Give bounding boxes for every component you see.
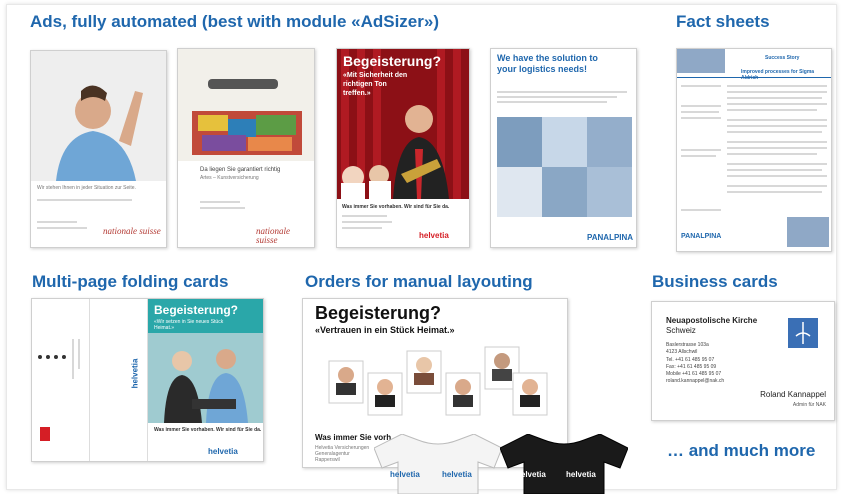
rule [727, 191, 822, 193]
tshirt-black-brand-left: helvetia [516, 470, 546, 479]
ad-thumbnail-helvetia: Begeisterung? «Mit Sicherheit den richti… [336, 48, 470, 248]
rule [727, 163, 827, 165]
brand-helvetia: helvetia [419, 231, 449, 240]
ad-photo-person [31, 51, 166, 181]
rule [681, 117, 721, 119]
heading-business-cards: Business cards [652, 272, 778, 291]
factsheet-footer-image [787, 217, 829, 247]
brand-helvetia: helvetia [208, 447, 238, 456]
brand-panalpina: PANALPINA [587, 233, 634, 242]
bizcard-street: Baslerstrasse 103a [666, 342, 709, 348]
folding-card-middle-panel: helvetia [90, 299, 148, 461]
folding-headline: Begeisterung? [154, 303, 239, 317]
tshirt-mockup-white [374, 434, 502, 494]
rule [342, 215, 387, 217]
rule [37, 221, 77, 223]
rule [727, 85, 827, 87]
rule [497, 91, 627, 93]
rule [727, 141, 827, 143]
business-card-thumbnail: Neuapostolische Kirche Schweiz Baslerstr… [651, 301, 835, 421]
rule [681, 111, 719, 113]
ad1-text: Wir stehen Ihnen in jeder Situation zur … [37, 185, 136, 191]
rule [681, 155, 716, 157]
rule [342, 227, 382, 229]
ad-thumbnail-panalpina: We have the solution to your logistics n… [490, 48, 637, 248]
rule [681, 85, 721, 87]
rule [727, 103, 827, 105]
factsheet-subtitle: Improved processes for Sigma Aldrich [741, 69, 815, 81]
bizcard-role: Admin für NAK [792, 402, 826, 408]
rule [342, 221, 392, 223]
bizcard-country: Schweiz [666, 326, 696, 335]
rule [727, 109, 817, 111]
factsheet-thumbnail: Success Story Improved processes for Sig… [676, 48, 832, 252]
ad4-headline: We have the solution to your logistics n… [497, 53, 598, 74]
manual-address: Helvetia Versicherungen Generalagentur R… [315, 445, 370, 463]
bizcard-city: 4123 Allschwil [666, 349, 698, 355]
rule [727, 147, 827, 149]
rule [72, 339, 74, 379]
rule [727, 175, 827, 177]
rule [497, 101, 607, 103]
manual-portrait-grid [328, 346, 548, 416]
ad3-headline: Begeisterung? [343, 53, 442, 69]
rule [727, 119, 827, 121]
rule [37, 199, 132, 201]
rule [200, 207, 245, 209]
heading-and-much-more: … and much more [667, 441, 816, 460]
brand-helvetia-vertical: helvetia [130, 358, 140, 389]
rule [727, 153, 817, 155]
tshirt-mockup-black [500, 434, 628, 494]
ad-thumbnail-tennis: Wir stehen Ihnen in jeder Situation zur … [30, 50, 167, 248]
rule [200, 201, 240, 203]
bizcard-name: Roland Kannappel [760, 390, 826, 399]
heading-manual-layouting: Orders for manual layouting [305, 272, 533, 291]
rule [681, 149, 721, 151]
folding-card-thumbnail: helvetia Begeisterung? «Wir setzen in Si… [31, 298, 264, 462]
tshirt-brand-left: helvetia [390, 470, 420, 479]
tshirt-black-brand-right: helvetia [566, 470, 596, 479]
manual-sub: «Vertrauen in ein Stück Heimat.» [315, 325, 455, 335]
rule [727, 97, 822, 99]
brand-nationale-suisse: nationale suisse [256, 226, 290, 245]
ad3-footer: Was immer Sie vorhaben. Wir sind für Sie… [342, 204, 450, 210]
bizcard-email: roland.kannappel@nak.ch [666, 378, 725, 384]
rule [727, 91, 827, 93]
rule [497, 96, 617, 98]
heading-folding-cards: Multi-page folding cards [32, 272, 229, 291]
ad-artwork [178, 49, 314, 161]
folding-card-back-panel [32, 299, 90, 461]
ad2-sub: Artes – Kunstversicherung [200, 175, 259, 181]
rule [37, 227, 87, 229]
bizcard-tel: Tel. +41 61 485 95 07 [666, 357, 715, 363]
rule [727, 131, 822, 133]
rule [681, 209, 721, 211]
ad3-sub: «Mit Sicherheit den richtigen Ton treffe… [343, 72, 408, 97]
factsheet-header-image [677, 49, 725, 73]
rule [681, 105, 721, 107]
heading-ads: Ads, fully automated (best with module «… [30, 12, 439, 31]
ad-thumbnail-art: Da liegen Sie garantiert richtig Artes –… [177, 48, 315, 248]
church-logo-icon [788, 318, 818, 348]
folding-photo-meeting [148, 333, 263, 423]
folding-card-front-panel: Begeisterung? «Wir setzen in Sie neues S… [148, 299, 263, 461]
bizcard-org: Neuapostolische Kirche [666, 316, 758, 325]
ad2-headline: Da liegen Sie garantiert richtig [200, 167, 281, 173]
bizcard-mobile: Mobile +41 61 485 95 07 [666, 371, 722, 377]
rule [727, 125, 827, 127]
rule [727, 185, 827, 187]
rule [78, 339, 80, 369]
ad-photo-logistics [497, 117, 632, 217]
rule [727, 169, 822, 171]
factsheet-title: Success Story [765, 55, 800, 61]
folding-sub: «Wir setzen in Sie neues Stück Heimat.» [154, 319, 224, 331]
bizcard-fax: Fax: +41 61 485 95 09 [666, 364, 717, 370]
tshirt-brand-right: helvetia [442, 470, 472, 479]
brand-nationale-suisse: nationale suisse [103, 226, 161, 236]
heading-fact-sheets: Fact sheets [676, 12, 770, 31]
brand-panalpina: PANALPINA [681, 233, 722, 240]
manual-headline: Begeisterung? [315, 303, 442, 323]
folding-footer: Was immer Sie vorhaben. Wir sind für Sie… [154, 427, 262, 433]
